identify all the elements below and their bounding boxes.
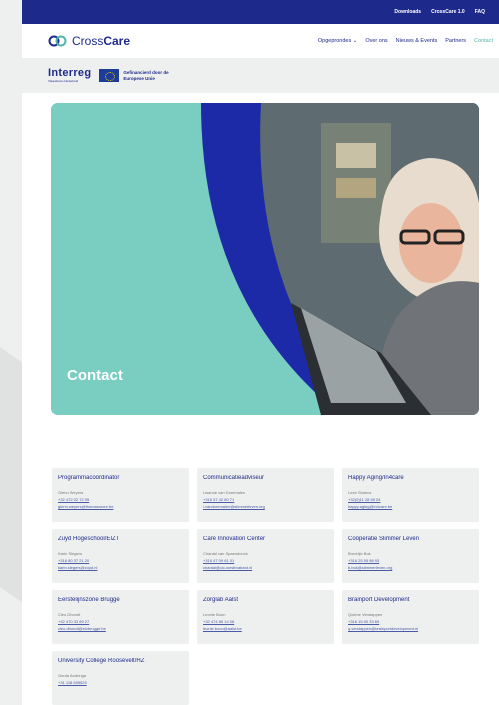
contact-phone-link[interactable]: +316 15 90 33 65 xyxy=(348,618,473,625)
contact-email-link[interactable]: leonie.boon@aalst.be xyxy=(203,625,328,632)
contact-email-link[interactable]: q.verstappen@brainportdevelopment.nl xyxy=(348,625,473,632)
contact-organization: Happy Aging/In4care xyxy=(348,475,404,481)
contact-phone-link[interactable]: +316 57 42 80 71 xyxy=(203,496,328,503)
contact-card: Eerstelijnszone Brugge Cleo Dhondt +32 4… xyxy=(52,590,189,644)
contact-email-link[interactable]: cleo.dhondt@elzbrugge.be xyxy=(58,625,183,632)
hero-banner: Contact xyxy=(51,103,479,415)
contact-card: Zorglab Aalst Leonie Boon +32 474 85 14 … xyxy=(197,590,334,644)
contact-name: Glenn Weyers xyxy=(58,490,84,495)
contact-phone-link[interactable]: +316 80 37 21 20 xyxy=(58,557,183,564)
contact-card: Happy Aging/In4care Leen Stulens +32(0)1… xyxy=(342,468,479,522)
contact-organization: Eerstelijnszone Brugge xyxy=(58,597,120,603)
top-bar: Downloads CrossCare 1.0 FAQ xyxy=(22,0,499,24)
eu-funding-text: Gefinancierd door de Europese Unie xyxy=(123,69,169,81)
contact-phone-link[interactable]: +316 47 09 61 01 xyxy=(203,557,328,564)
contact-email-link[interactable]: l.vandoremalen@slimmerleven.org xyxy=(203,503,328,510)
nav-item-nieuws-events[interactable]: Nieuws & Events xyxy=(396,38,438,44)
contact-organization: Communicatieadviseur xyxy=(203,475,265,481)
contact-name: Quirine Verstappen xyxy=(348,612,383,617)
contact-name: Leonie Boon xyxy=(203,612,226,617)
nav-item-opgeprondes[interactable]: Opgeprondes ⌄ xyxy=(318,38,357,44)
contact-organization: Zorglab Aalst xyxy=(203,597,239,603)
page-frame: Downloads CrossCare 1.0 FAQ CrossCare Op… xyxy=(22,0,499,705)
crosscare-logo-icon xyxy=(48,35,67,47)
main-nav: CrossCare Opgeprondes ⌄ Over ons Nieuws … xyxy=(22,24,499,58)
contact-organization: Care Innovation Center xyxy=(203,536,266,542)
contact-phone-link[interactable]: +31 118 655529 xyxy=(58,679,183,686)
contact-email-link[interactable]: glenn.weyers@thomasmore.be xyxy=(58,503,183,510)
brand-name: CrossCare xyxy=(72,34,131,48)
page-title: Contact xyxy=(67,367,123,384)
nav-item-over-ons[interactable]: Over ons xyxy=(365,38,387,44)
contact-organization: Brainport Development xyxy=(348,597,410,603)
contact-card: Brainport Development Quirine Verstappen… xyxy=(342,590,479,644)
contact-card: Communicatieadviseur Lisanne van Doremal… xyxy=(197,468,334,522)
contact-phone-link[interactable]: +32 470 33 89 27 xyxy=(58,618,183,625)
topbar-link-downloads[interactable]: Downloads xyxy=(394,9,421,15)
contact-card: Coöperatie Slimmer Leven Brechtje Bok +3… xyxy=(342,529,479,583)
contact-email-link[interactable]: b.bok@slimmerleven.org xyxy=(348,564,473,571)
contact-name: Karin Slegers xyxy=(58,551,83,556)
contact-email-link[interactable]: chantal@cic-westbrabant.nl xyxy=(203,564,328,571)
contact-email-link[interactable]: karin.slegers@zuyd.nl xyxy=(58,564,183,571)
crosscare-logo[interactable]: CrossCare xyxy=(48,34,130,48)
contact-name: Gerda Andringa xyxy=(58,673,87,678)
contact-name: Brechtje Bok xyxy=(348,551,371,556)
contact-cards: Programmacoördinator Glenn Weyers +32 47… xyxy=(52,468,480,705)
contact-organization: University College Roosevelt/HZ xyxy=(58,658,145,664)
nav-item-contact[interactable]: Contact xyxy=(474,38,493,44)
contact-phone-link[interactable]: +316 25 55 86 93 xyxy=(348,557,473,564)
contact-name: Chantal van Spaendonck xyxy=(203,551,248,556)
contact-card: University College Roosevelt/HZ Gerda An… xyxy=(52,651,189,705)
interreg-banner: Interreg Vlaanderen-Nederland Gefinancie… xyxy=(22,58,499,93)
contact-name: Cleo Dhondt xyxy=(58,612,81,617)
contact-organization: Programmacoördinator xyxy=(58,475,120,481)
interreg-logo: Interreg Vlaanderen-Nederland xyxy=(48,67,92,84)
eu-funding: Gefinancierd door de Europese Unie xyxy=(99,69,178,82)
contact-card: Programmacoördinator Glenn Weyers +32 47… xyxy=(52,468,189,522)
nav-menu: Opgeprondes ⌄ Over ons Nieuws & Events P… xyxy=(318,38,499,44)
eu-flag-icon xyxy=(99,69,120,82)
contact-card: Care Innovation Center Chantal van Spaen… xyxy=(197,529,334,583)
contact-name: Leen Stulens xyxy=(348,490,372,495)
contact-organization: Coöperatie Slimmer Leven xyxy=(348,536,420,542)
contact-phone-link[interactable]: +32 474 85 14 06 xyxy=(203,618,328,625)
contact-organization: Zuyd Hogeschool/EIZT xyxy=(58,536,120,542)
topbar-link-faq[interactable]: FAQ xyxy=(475,9,485,15)
contact-email-link[interactable]: happy.aging@in4care.be xyxy=(348,503,473,510)
contact-card: Zuyd Hogeschool/EIZT Karin Slegers +316 … xyxy=(52,529,189,583)
contact-phone-link[interactable]: +32 472 02 72 95 xyxy=(58,496,183,503)
contact-name: Lisanne van Doremalen xyxy=(203,490,246,495)
topbar-link-crosscare[interactable]: CrossCare 1.0 xyxy=(431,9,465,15)
nav-item-partners[interactable]: Partners xyxy=(445,38,466,44)
contact-phone-link[interactable]: +32(0)11 28 69 04 xyxy=(348,496,473,503)
